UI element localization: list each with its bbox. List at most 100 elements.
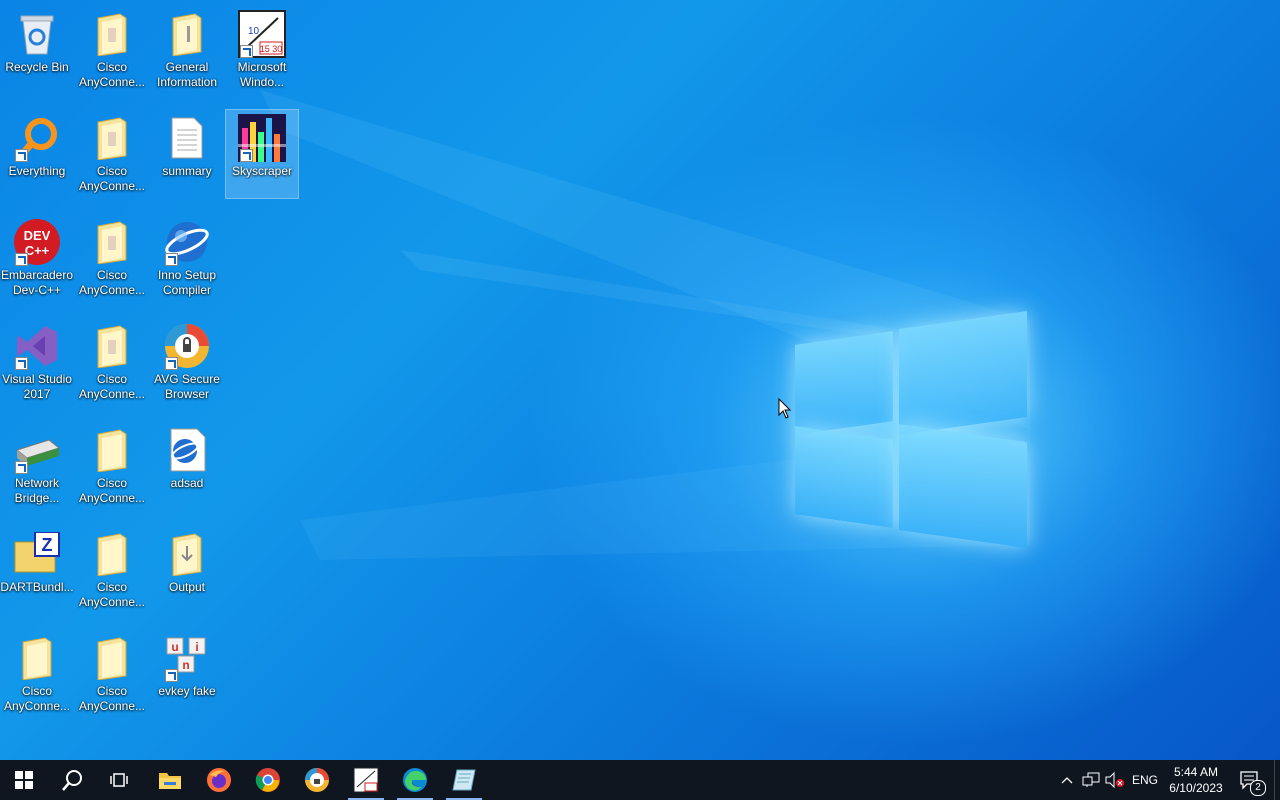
dart-bundle-icon: Z — [13, 530, 61, 578]
desktop-icon-avg-browser[interactable]: AVG Secure Browser — [151, 318, 223, 406]
desktop-icon-dartbundle[interactable]: Z DARTBundl... — [0, 526, 74, 614]
desktop-icon-devcpp[interactable]: DEV C++ Embarcadero Dev-C++ — [1, 214, 73, 302]
text-document-icon — [163, 114, 211, 162]
skyscraper-app-icon — [238, 114, 286, 162]
desktop-icon-everything[interactable]: Everything — [1, 110, 73, 198]
desktop-icon-cisco-folder[interactable]: Cisco AnyConne... — [1, 630, 73, 718]
taskbar-avg-browser[interactable] — [293, 760, 341, 800]
notepad-app-icon — [452, 769, 476, 791]
chrome-icon — [255, 768, 280, 792]
volume-tray-button[interactable] — [1104, 760, 1126, 800]
task-view-icon — [110, 773, 128, 787]
icon-label: Visual Studio 2017 — [2, 372, 72, 401]
avg-browser-icon — [163, 322, 211, 370]
folder-icon — [88, 322, 136, 370]
notification-count: 2 — [1250, 780, 1266, 796]
icon-label: DARTBundl... — [0, 580, 74, 594]
language-indicator[interactable]: ENG — [1128, 760, 1162, 800]
start-icon — [15, 771, 33, 789]
svg-text:15 30: 15 30 — [260, 44, 283, 54]
folder-icon — [88, 426, 136, 474]
recycle-bin-icon — [13, 10, 61, 58]
icon-label: Cisco AnyConne... — [3, 684, 71, 713]
folder-icon — [88, 218, 136, 266]
icon-label: Cisco AnyConne... — [78, 372, 146, 401]
taskbar-notepad-app[interactable] — [440, 760, 488, 800]
visual-studio-icon — [13, 322, 61, 370]
network-tray-button[interactable] — [1080, 760, 1102, 800]
folder-icon — [13, 634, 61, 682]
desktop-icon-microsoft-windows[interactable]: 10 15 30 Microsoft Windo... — [226, 6, 298, 94]
desktop-icon-recycle-bin[interactable]: Recycle Bin — [1, 6, 73, 94]
desktop-icon-cisco-folder[interactable]: Cisco AnyConne... — [76, 630, 148, 718]
desktop-icon-evkey-fake[interactable]: u in evkey fake — [151, 630, 223, 718]
show-hidden-icons-button[interactable] — [1056, 760, 1078, 800]
icon-label: General Information — [156, 60, 218, 89]
icon-label: summary — [162, 164, 212, 178]
svg-text:C++: C++ — [25, 243, 50, 258]
volume-muted-icon — [1105, 772, 1124, 788]
desktop-icon-visual-studio[interactable]: Visual Studio 2017 — [1, 318, 73, 406]
clock[interactable]: 5:44 AM 6/10/2023 — [1164, 760, 1228, 800]
icon-label: AVG Secure Browser — [154, 372, 220, 401]
taskbar: ENG 5:44 AM 6/10/2023 2 — [0, 760, 1280, 800]
desktop-icon-cisco-folder[interactable]: Cisco AnyConne... — [76, 422, 148, 510]
clock-time: 5:44 AM — [1173, 765, 1219, 779]
icon-label: Cisco AnyConne... — [78, 684, 146, 713]
clock-date: 6/10/2023 — [1169, 781, 1223, 795]
desktop-background[interactable]: Recycle Bin Everything DEV C++ Embarcader… — [0, 0, 1280, 760]
icon-label: Inno Setup Compiler — [157, 268, 217, 297]
avg-browser-icon — [305, 768, 329, 792]
icon-label: evkey fake — [158, 684, 216, 698]
desktop-icon-summary[interactable]: summary — [151, 110, 223, 198]
icon-label: Cisco AnyConne... — [78, 476, 146, 505]
desktop-icon-skyscraper[interactable]: Skyscraper — [225, 109, 299, 199]
icon-label: Everything — [8, 164, 66, 178]
icon-label: Cisco AnyConne... — [78, 164, 146, 193]
icon-label: Skyscraper — [231, 164, 293, 178]
svg-text:Z: Z — [42, 535, 53, 555]
search-icon — [62, 770, 82, 791]
icon-label: Recycle Bin — [5, 60, 69, 74]
icon-label: Cisco AnyConne... — [78, 268, 146, 297]
taskbar-chrome[interactable] — [244, 760, 292, 800]
desktop-icon-adsad[interactable]: adsad — [151, 422, 223, 510]
icon-label: Microsoft Windo... — [237, 60, 287, 89]
icon-label: Cisco AnyConne... — [78, 580, 146, 609]
svg-text:10: 10 — [248, 26, 260, 37]
inno-setup-icon — [163, 218, 211, 266]
svg-text:n: n — [182, 658, 189, 672]
mouse-cursor-icon — [778, 398, 792, 419]
desktop-icon-cisco-folder[interactable]: Cisco AnyConne... — [76, 6, 148, 94]
folder-icon — [163, 10, 211, 58]
icon-label: Cisco AnyConne... — [78, 60, 146, 89]
taskbar-timer-app[interactable] — [342, 760, 390, 800]
desktop-icon-cisco-folder[interactable]: Cisco AnyConne... — [76, 214, 148, 302]
timer-app-icon — [353, 767, 379, 793]
folder-icon — [88, 10, 136, 58]
desktop-icon-cisco-folder[interactable]: Cisco AnyConne... — [76, 318, 148, 406]
action-center-button[interactable]: 2 — [1232, 760, 1268, 800]
search-button[interactable] — [48, 760, 96, 800]
folder-icon — [163, 530, 211, 578]
desktop-icon-cisco-folder[interactable]: Cisco AnyConne... — [76, 526, 148, 614]
folder-icon — [88, 114, 136, 162]
task-view-button[interactable] — [96, 760, 144, 800]
icon-label: Embarcadero Dev-C++ — [0, 268, 74, 297]
desktop-icon-inno-setup[interactable]: Inno Setup Compiler — [151, 214, 223, 302]
network-icon — [1082, 772, 1100, 787]
desktop-icon-general-information[interactable]: General Information — [151, 6, 223, 94]
desktop-icon-output[interactable]: Output — [151, 526, 223, 614]
chevron-up-icon — [1061, 777, 1073, 784]
desktop-icon-network-bridge[interactable]: Network Bridge... — [1, 422, 73, 510]
desktop-icon-cisco-folder[interactable]: Cisco AnyConne... — [76, 110, 148, 198]
inno-script-icon — [163, 426, 211, 474]
show-desktop-button[interactable] — [1274, 760, 1280, 800]
svg-text:DEV: DEV — [24, 228, 51, 243]
svg-text:i: i — [195, 640, 198, 654]
start-button[interactable] — [0, 760, 48, 800]
everything-search-icon — [13, 114, 61, 162]
taskbar-edge[interactable] — [391, 760, 439, 800]
taskbar-file-explorer[interactable] — [146, 760, 194, 800]
taskbar-firefox[interactable] — [195, 760, 243, 800]
